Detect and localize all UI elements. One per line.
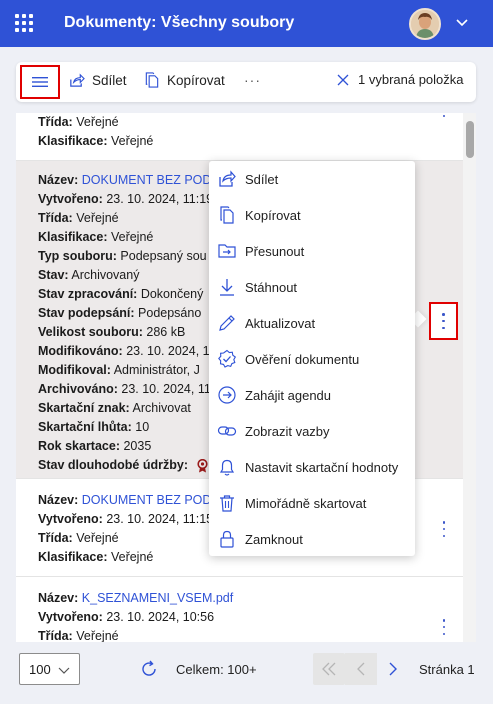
page-size-value: 100: [29, 661, 51, 677]
field-row: Třída: Veřejné: [38, 115, 119, 129]
bell-icon: [216, 456, 238, 478]
menu-item-move[interactable]: Přesunout: [209, 233, 415, 269]
next-page-button[interactable]: [377, 653, 409, 685]
page-indicator: Stránka 1: [419, 662, 475, 677]
verified-badge-icon: [216, 348, 238, 370]
menu-item-show-links[interactable]: Zobrazit vazby: [209, 413, 415, 449]
menu-item-label: Zobrazit vazby: [245, 423, 330, 439]
app-launcher-icon[interactable]: [15, 14, 33, 32]
item-actions-kebab-icon[interactable]: [441, 619, 447, 635]
share-button[interactable]: Sdílet: [68, 72, 127, 89]
menu-item-start-agenda[interactable]: Zahájit agendu: [209, 377, 415, 413]
scrollbar-track[interactable]: [463, 113, 476, 642]
download-icon: [216, 276, 238, 298]
menu-item-label: Kopírovat: [245, 207, 301, 223]
scrollbar-thumb[interactable]: [466, 121, 474, 158]
document-link[interactable]: DOKUMENT BEZ POD: [82, 173, 212, 187]
menu-item-label: Nastavit skartační hodnoty: [245, 459, 399, 475]
selection-count: 1 vybraná položka: [358, 72, 464, 87]
menu-item-special-shred[interactable]: Mimořádně skartovat: [209, 485, 415, 521]
double-chevron-left-icon: [322, 662, 336, 676]
menu-item-set-retention[interactable]: Nastavit skartační hodnoty: [209, 449, 415, 485]
maintenance-medal-icon: [197, 458, 209, 473]
menu-item-copy[interactable]: Kopírovat: [209, 197, 415, 233]
copy-icon: [145, 72, 159, 88]
list-item[interactable]: Třída: Veřejné Klasifikace: Veřejné: [16, 113, 464, 161]
selected-item-actions-button[interactable]: [429, 302, 458, 340]
menu-item-label: Aktualizovat: [245, 315, 316, 331]
refresh-icon[interactable]: [140, 660, 158, 678]
menu-item-label: Stáhnout: [245, 279, 298, 295]
menu-button[interactable]: [20, 65, 60, 99]
field-row: Klasifikace: Veřejné: [38, 134, 154, 148]
menu-item-label: Ověření dokumentu: [245, 351, 360, 367]
menu-item-label: Zahájit agendu: [245, 387, 332, 403]
copy-label: Kopírovat: [167, 73, 225, 88]
total-count: Celkem: 100+: [176, 662, 257, 677]
menu-item-label: Zamknout: [245, 531, 303, 547]
avatar[interactable]: [409, 8, 441, 40]
chevron-left-icon: [357, 662, 365, 676]
move-icon: [216, 240, 238, 262]
pencil-icon: [216, 312, 238, 334]
menu-item-lock[interactable]: Zamknout: [209, 521, 415, 557]
menu-item-share[interactable]: Sdílet: [209, 161, 415, 197]
pagination-bar: 100 Celkem: 100+ Stránka 1: [0, 641, 493, 704]
share-icon: [70, 73, 85, 87]
clear-selection-button[interactable]: 1 vybraná položka: [336, 72, 464, 87]
copy-button[interactable]: Kopírovat: [144, 72, 225, 89]
menu-item-verify-document[interactable]: Ověření dokumentu: [209, 341, 415, 377]
context-menu: Sdílet Kopírovat Přesunout Stáhnout Aktu…: [209, 161, 415, 556]
menu-item-label: Sdílet: [245, 171, 279, 187]
list-item[interactable]: Název: K_SEZNAMENI_VSEM.pdf Vytvořeno: 2…: [16, 577, 464, 642]
previous-page-button[interactable]: [345, 653, 377, 685]
menu-item-download[interactable]: Stáhnout: [209, 269, 415, 305]
arrow-circle-icon: [216, 384, 238, 406]
copy-icon: [216, 204, 238, 226]
app-header: Dokumenty: Všechny soubory: [0, 0, 493, 47]
field-row: Název: K_SEZNAMENI_VSEM.pdf: [38, 591, 234, 605]
link-icon: [216, 420, 238, 442]
menu-item-label: Přesunout: [245, 243, 305, 259]
kebab-icon: [441, 313, 447, 329]
share-icon: [216, 168, 238, 190]
more-button[interactable]: ···: [244, 72, 261, 88]
hamburger-icon: [32, 77, 48, 87]
menu-item-label: Mimořádně skartovat: [245, 495, 367, 511]
lock-icon: [216, 528, 238, 550]
chevron-down-icon: [58, 667, 70, 674]
first-page-button[interactable]: [313, 653, 345, 685]
trash-icon: [216, 492, 238, 514]
document-link[interactable]: DOKUMENT BEZ POD: [82, 493, 212, 507]
field-row: Třída: Veřejné: [38, 629, 119, 642]
chevron-right-icon: [389, 662, 397, 676]
chevron-down-icon[interactable]: [455, 15, 469, 29]
command-bar: Sdílet Kopírovat ··· 1 vybraná položka: [16, 62, 476, 102]
close-icon: [337, 74, 349, 85]
document-link[interactable]: K_SEZNAMENI_VSEM.pdf: [82, 591, 233, 605]
page-size-select[interactable]: 100: [19, 653, 80, 685]
share-label: Sdílet: [92, 73, 127, 88]
menu-item-update[interactable]: Aktualizovat: [209, 305, 415, 341]
page-title: Dokumenty: Všechny soubory: [64, 14, 295, 31]
item-actions-kebab-icon[interactable]: [441, 521, 447, 537]
item-actions-kebab-icon[interactable]: [441, 113, 447, 117]
field-row: Vytvořeno: 23. 10. 2024, 10:56: [38, 610, 215, 624]
